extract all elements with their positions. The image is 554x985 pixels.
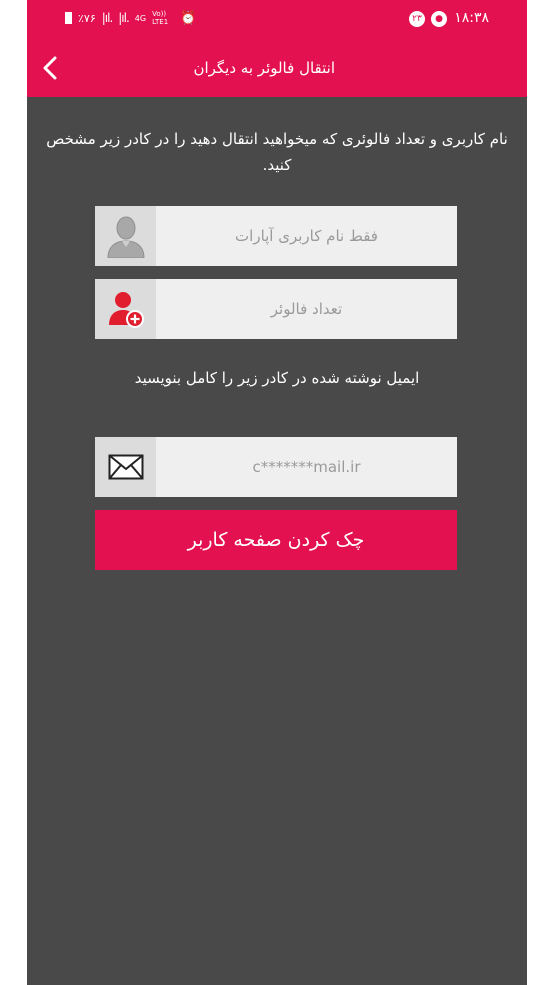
envelope-icon (108, 454, 143, 480)
username-field (95, 206, 457, 266)
username-icon-box (95, 206, 156, 266)
status-bar: ٪۷۶ |ıl. |ıl. 4G Vo)) LTE1 ⏰ ۲۳ ● ۱۸:۳۸ (27, 0, 527, 38)
battery-percent: ٪۷۶ (78, 11, 96, 25)
followers-icon-box (95, 279, 156, 339)
add-user-icon (108, 292, 144, 328)
battery-icon (65, 12, 72, 24)
followers-count-input[interactable] (156, 279, 457, 339)
email-instruction: ایمیل نوشته شده در کادر زیر را کامل بنوی… (134, 369, 420, 387)
app-screen: ٪۷۶ |ıl. |ıl. 4G Vo)) LTE1 ⏰ ۲۳ ● ۱۸:۳۸ … (27, 0, 527, 985)
app-notification-icon: ● (431, 11, 447, 27)
email-field (95, 437, 457, 497)
username-input[interactable] (156, 206, 457, 266)
page-title: انتقال فالوئر به دیگران (193, 59, 335, 77)
network-4g: 4G (134, 13, 147, 23)
status-left-group: ٪۷۶ |ıl. |ıl. 4G Vo)) LTE1 ⏰ (65, 10, 196, 26)
check-user-page-button[interactable]: چک کردن صفحه کاربر (95, 510, 457, 570)
email-icon-box (95, 437, 156, 497)
instructions-text: نام کاربری و تعداد فالوئری که میخواهید ا… (46, 130, 508, 174)
alarm-icon: ⏰ (180, 10, 197, 26)
signal-icon: |ıl. (101, 11, 113, 25)
signal-icon-2: |ıl. (118, 11, 129, 25)
status-time: ۱۸:۳۸ (454, 10, 489, 26)
email-input[interactable] (156, 437, 457, 497)
notification-badge: ۲۳ (409, 11, 425, 27)
app-bar: انتقال فالوئر به دیگران (27, 38, 527, 97)
user-avatar-icon (106, 216, 145, 258)
chevron-left-icon[interactable] (39, 55, 65, 81)
followers-count-field (95, 279, 457, 339)
volte-label: Vo)) LTE1 (152, 10, 169, 26)
